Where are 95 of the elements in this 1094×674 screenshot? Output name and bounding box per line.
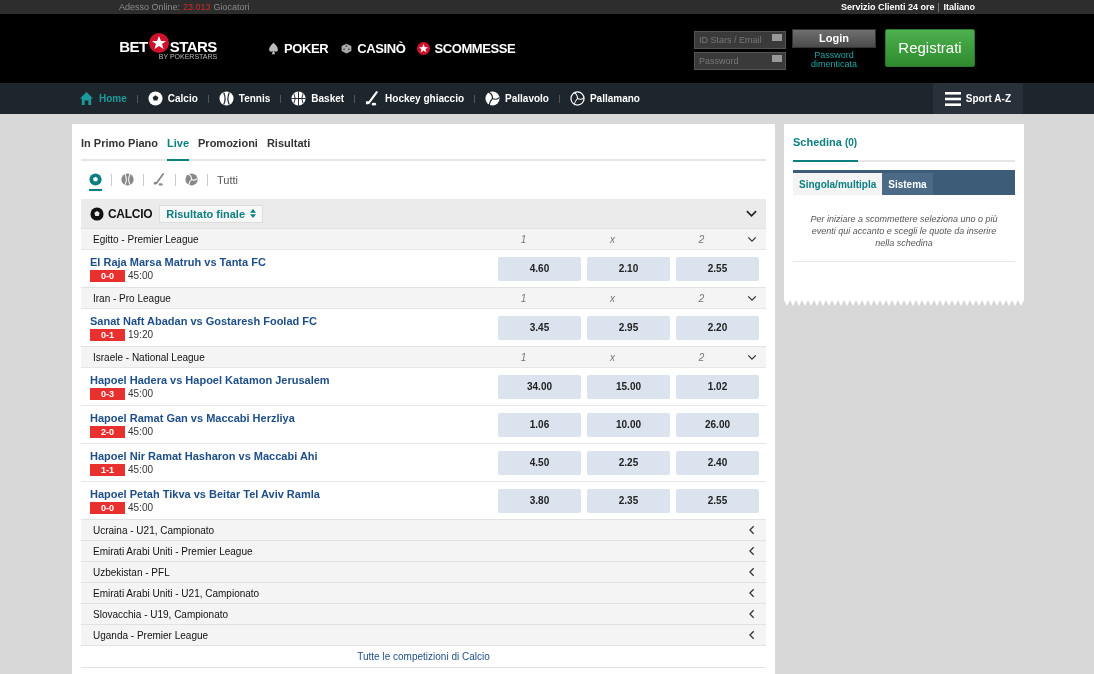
online-label: Adesso Online: xyxy=(119,2,181,12)
tab[interactable]: Risultati xyxy=(266,124,311,161)
score-badge: 0-0 xyxy=(90,501,125,514)
odds-column-header: 1 xyxy=(519,233,528,245)
bet-type-tab[interactable]: Sistema xyxy=(882,173,933,195)
odds-column-header: 1 xyxy=(519,292,528,304)
product-link[interactable]: SCOMMESSE xyxy=(434,41,516,56)
nav-item[interactable]: Calcio xyxy=(147,89,198,108)
odds-button[interactable]: 26.00 xyxy=(676,412,759,437)
event-link[interactable]: Hapoel Nir Ramat Hasharon vs Maccabi Ahi xyxy=(90,449,498,462)
nav-item[interactable]: Tennis xyxy=(218,89,271,108)
odds-button[interactable]: 4.60 xyxy=(498,256,581,281)
online-suffix: Giocatori xyxy=(213,2,250,12)
match-time: 45:00 xyxy=(128,426,154,437)
odds-button[interactable]: 2.20 xyxy=(676,315,759,340)
odds-button[interactable]: 4.50 xyxy=(498,450,581,475)
betslip-tab[interactable]: Schedina (0) xyxy=(793,124,859,162)
sport-az-menu-button[interactable]: Sport A-Z xyxy=(932,83,1023,114)
odds-column-header: 2 xyxy=(697,292,706,304)
product-link[interactable]: CASINÒ xyxy=(357,41,406,56)
league-name: Emirati Arabi Uniti - Premier League xyxy=(93,545,254,557)
bet-type-tab[interactable]: Singola/multipla xyxy=(793,173,883,195)
odds-button[interactable]: 2.35 xyxy=(587,488,670,513)
tab[interactable]: Live xyxy=(167,124,190,161)
event-link[interactable]: Hapoel Hadera vs Hapoel Katamon Jerusalem xyxy=(90,373,498,386)
nav-item[interactable]: Home xyxy=(79,89,127,108)
filter-link[interactable]: Tutti xyxy=(217,174,238,186)
odds-column-header: 2 xyxy=(697,233,706,245)
odds-button[interactable]: 1.02 xyxy=(676,374,759,399)
league-name: Ucraina - U21, Campionato xyxy=(93,524,216,536)
nav-item[interactable]: Pallavolo xyxy=(485,89,549,108)
customer-service-link[interactable]: Servizio Clienti 24 ore xyxy=(840,2,935,12)
league-name: Uganda - Premier League xyxy=(93,629,210,641)
league-header[interactable]: Iran - Pro League 1 x 2 xyxy=(81,287,766,308)
event-link[interactable]: El Raja Marsa Matruh vs Tanta FC xyxy=(90,255,498,268)
odds-column-header: x xyxy=(609,233,616,245)
league-header[interactable]: Emirati Arabi Uniti - U21, Campionato xyxy=(81,582,766,603)
score-badge: 0-0 xyxy=(90,269,125,282)
section-title: CALCIO xyxy=(108,206,153,221)
odds-column-header: 1 xyxy=(519,351,528,363)
event-link[interactable]: Hapoel Ramat Gan vs Maccabi Herzliya xyxy=(90,411,498,424)
score-badge: 1-1 xyxy=(90,463,125,476)
odds-button[interactable]: 2.25 xyxy=(587,450,670,475)
logo-text: BET xyxy=(119,37,148,55)
league-name: Slovacchia - U19, Campionato xyxy=(93,608,230,620)
league-header[interactable]: Emirati Arabi Uniti - Premier League xyxy=(81,540,766,561)
odds-button[interactable]: 1.06 xyxy=(498,412,581,437)
nav-item[interactable]: Pallamano xyxy=(569,89,640,108)
match-time: 19:20 xyxy=(128,329,154,340)
all-competitions-link[interactable]: Tutte le competizioni di Calcio xyxy=(357,651,490,662)
online-count: 23.013 xyxy=(183,2,211,12)
betslip-message: Per iniziare a scommettere seleziona uno o più eventi qui accanto e scegli le quote da inserire nella schedina xyxy=(809,213,999,249)
product-link[interactable]: POKER xyxy=(284,41,329,56)
odds-button[interactable]: 3.45 xyxy=(498,315,581,340)
match-time: 45:00 xyxy=(128,388,154,399)
odds-button[interactable]: 2.55 xyxy=(676,256,759,281)
odds-column-header: x xyxy=(609,292,616,304)
league-name: Iran - Pro League xyxy=(93,292,172,304)
score-badge: 0-3 xyxy=(90,387,125,400)
odds-column-header: 2 xyxy=(697,351,706,363)
forgot-password-link[interactable]: Password dimenticata xyxy=(804,50,864,69)
score-badge: 2-0 xyxy=(90,425,125,438)
league-header[interactable]: Uzbekistan - PFL xyxy=(81,561,766,582)
league-name: Egitto - Premier League xyxy=(93,233,200,245)
logo-text: STARS xyxy=(169,37,217,55)
nav-item[interactable]: Basket xyxy=(291,89,345,108)
nav-item[interactable]: Hockey ghiaccio xyxy=(365,89,465,108)
league-name: Uzbekistan - PFL xyxy=(93,566,171,578)
login-button[interactable]: Login xyxy=(792,28,876,48)
tab[interactable]: Promozioni xyxy=(198,124,258,161)
market-select[interactable]: Risultato finale xyxy=(159,204,264,223)
odds-button[interactable]: 2.95 xyxy=(587,315,670,340)
league-header[interactable]: Israele - National League 1 x 2 xyxy=(81,346,766,367)
event-link[interactable]: Sanat Naft Abadan vs Gostaresh Foolad FC xyxy=(90,314,498,327)
league-header[interactable]: Ucraina - U21, Campionato xyxy=(81,519,766,540)
odds-button[interactable]: 10.00 xyxy=(587,412,670,437)
league-header[interactable]: Egitto - Premier League 1 x 2 xyxy=(81,228,766,249)
league-name: Israele - National League xyxy=(93,351,206,363)
match-time: 45:00 xyxy=(128,502,154,513)
score-badge: 0-1 xyxy=(90,328,125,341)
language-link[interactable]: Italiano xyxy=(943,2,975,12)
tab[interactable]: In Primo Piano xyxy=(81,124,158,161)
odds-button[interactable]: 2.55 xyxy=(676,488,759,513)
odds-button[interactable]: 15.00 xyxy=(587,374,670,399)
odds-button[interactable]: 2.10 xyxy=(587,256,670,281)
match-time: 45:00 xyxy=(128,270,154,281)
league-header[interactable]: Uganda - Premier League xyxy=(81,624,766,645)
odds-button[interactable]: 34.00 xyxy=(498,374,581,399)
match-time: 45:00 xyxy=(128,464,154,475)
odds-button[interactable]: 3.80 xyxy=(498,488,581,513)
odds-button[interactable]: 2.40 xyxy=(676,450,759,475)
odds-column-header: x xyxy=(609,351,616,363)
league-name: Emirati Arabi Uniti - U21, Campionato xyxy=(93,587,261,599)
event-link[interactable]: Hapoel Petah Tikva vs Beitar Tel Aviv Ramla xyxy=(90,487,498,500)
league-header[interactable]: Slovacchia - U19, Campionato xyxy=(81,603,766,624)
